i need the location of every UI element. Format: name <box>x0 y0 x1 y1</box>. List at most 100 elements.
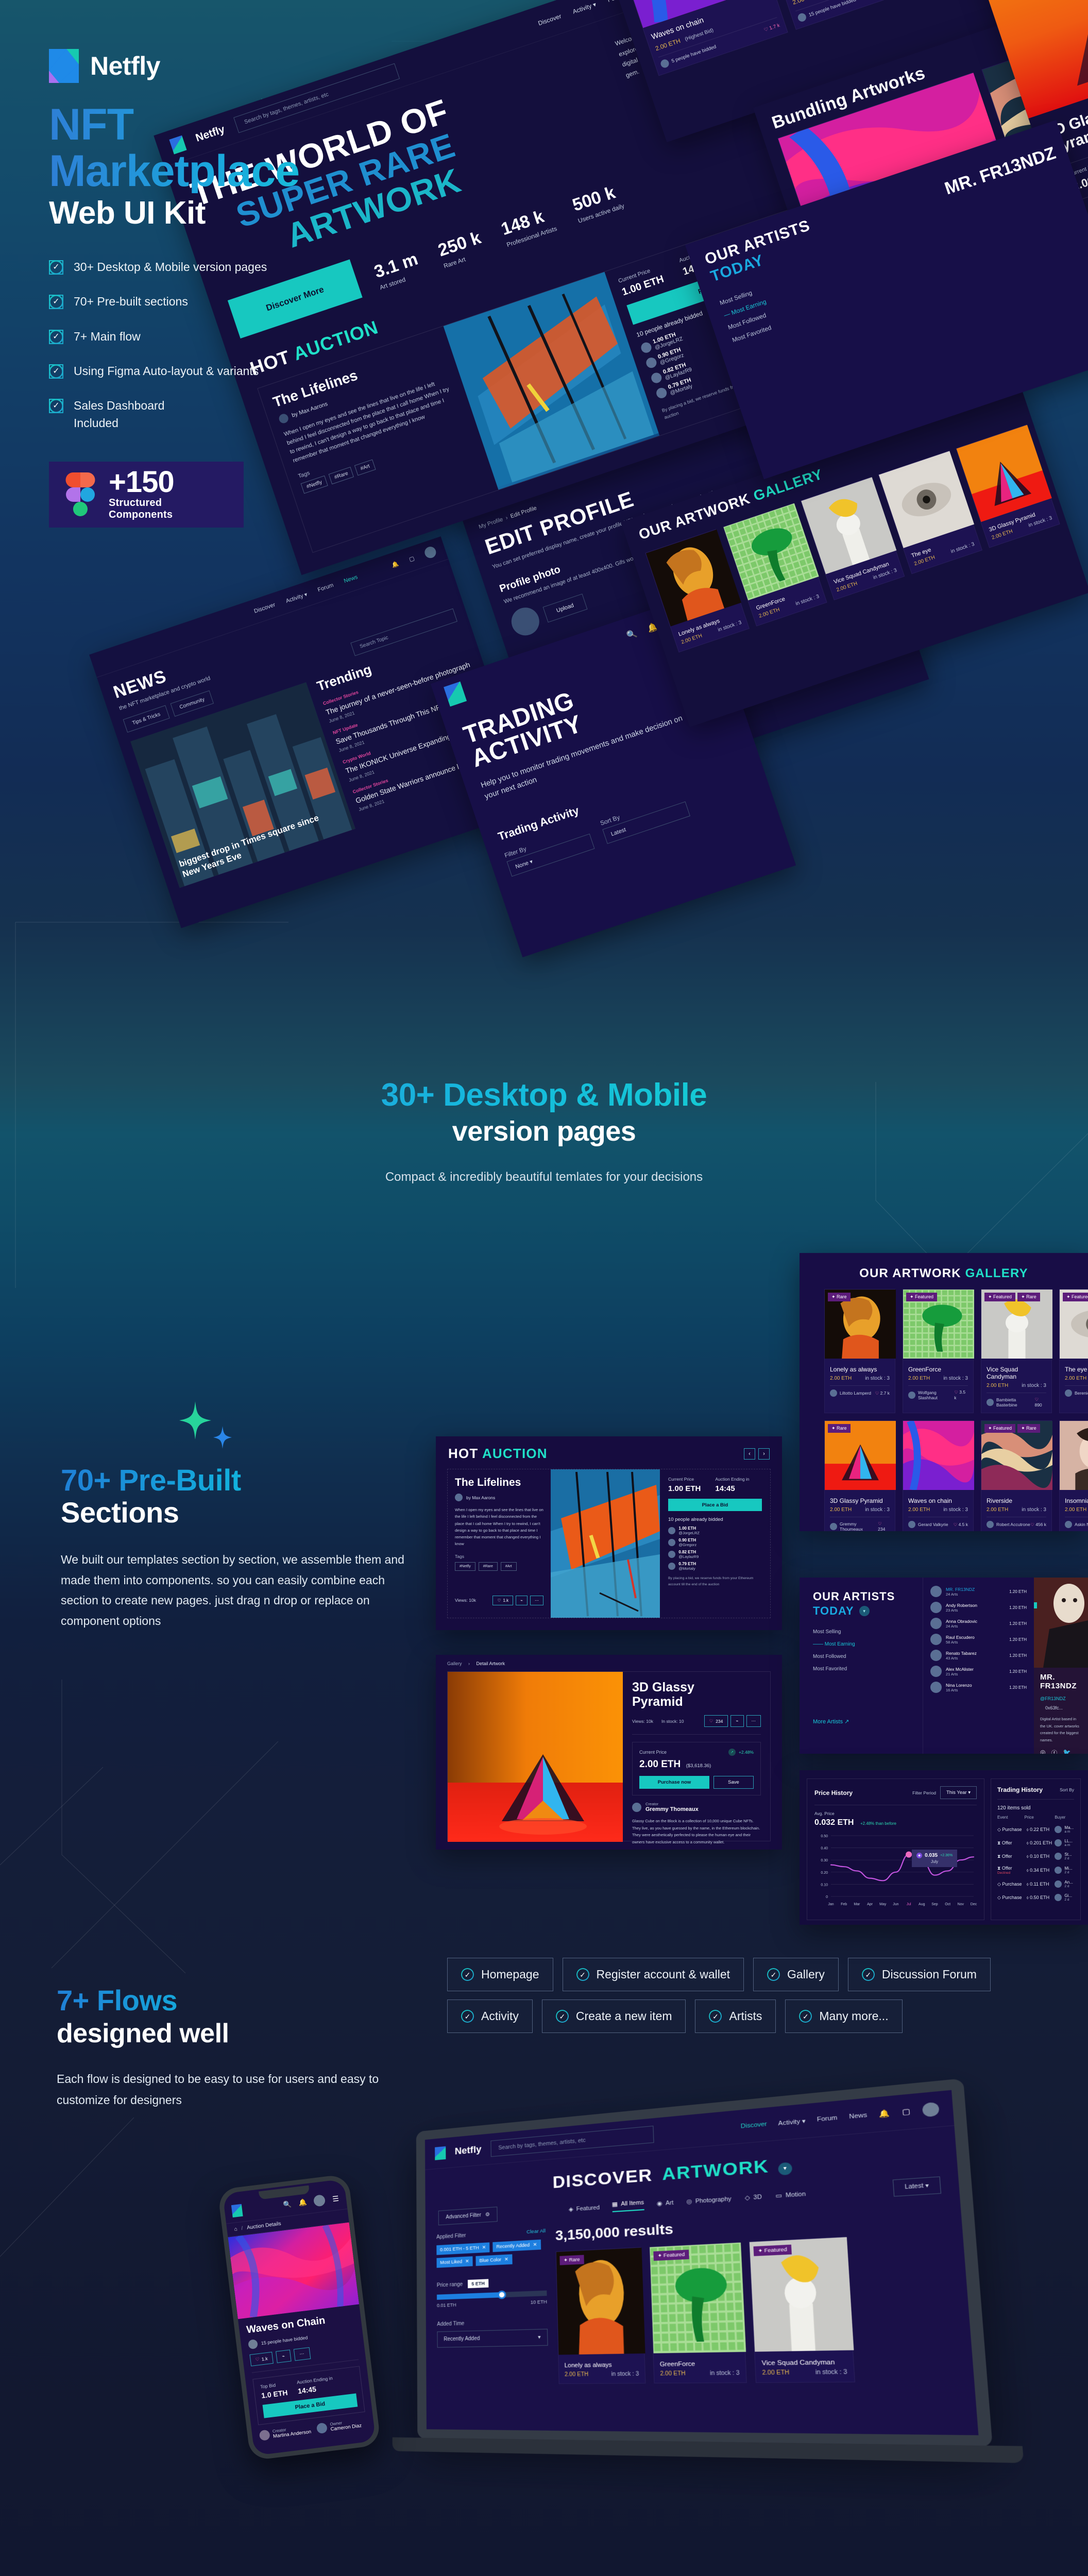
chevron-down-icon[interactable]: ▾ <box>777 2162 793 2176</box>
flow-tag[interactable]: ✓ Gallery <box>753 1958 839 1991</box>
nav-discover[interactable]: Discover <box>253 602 276 615</box>
tab-photography[interactable]: ◎ Photography <box>686 2193 732 2207</box>
artist-filter-most-favorited[interactable]: Most Favorited <box>813 1666 909 1672</box>
breadcrumb-gallery[interactable]: Gallery <box>447 1661 462 1666</box>
search-icon[interactable]: 🔍 <box>625 628 638 641</box>
share-button[interactable]: ⌁ <box>276 2349 292 2363</box>
table-row[interactable]: ◇ Purchase ⬨ 0.11 ETH An... 2 d <box>997 1877 1074 1891</box>
applied-filter-chip[interactable]: Most Liked ✕ <box>436 2256 473 2268</box>
more-artists-link[interactable]: More Artists ↗ <box>813 1718 909 1725</box>
applied-filter-chip[interactable]: Recently Added ✕ <box>492 2239 541 2252</box>
nav-forum[interactable]: Forum <box>817 2114 838 2123</box>
purchase-button[interactable]: Purchase now <box>639 1776 709 1789</box>
bell-icon[interactable]: 🔔 <box>879 2109 890 2119</box>
artist-filter-most-selling[interactable]: Most Selling <box>813 1629 909 1635</box>
artist-row[interactable]: Nina Lorenzo 16 Arts 1.20 ETH <box>930 1682 1027 1693</box>
chip-community[interactable]: Community <box>170 690 214 717</box>
sort-by-label[interactable]: Sort By <box>1060 1787 1074 1792</box>
artist-row[interactable]: Alex McAlister 21 Arts 1.20 ETH <box>930 1666 1027 1677</box>
flow-tag[interactable]: ✓ Discussion Forum <box>847 1958 991 1991</box>
gallery-card[interactable]: ✦ Featured The eye 2.00 ETHin stock : 3 … <box>1059 1289 1088 1413</box>
instagram-icon[interactable]: ◎ <box>1040 1749 1045 1754</box>
table-row[interactable]: ◇ Purchase ⬨ 0.22 ETH Ma... a m <box>997 1823 1074 1836</box>
like-button[interactable]: ♡ 1.k <box>249 2351 274 2366</box>
close-icon[interactable]: ✕ <box>533 2242 537 2248</box>
table-row[interactable]: ⧗ Offer Declined ⬨ 0.34 ETH Mi... 2 d <box>997 1863 1074 1877</box>
tag[interactable]: #Netfly <box>455 1562 475 1571</box>
flow-tag[interactable]: ✓ Many more... <box>785 1999 903 2033</box>
close-icon[interactable]: ✕ <box>465 2259 469 2264</box>
flow-tag[interactable]: ✓ Activity <box>447 1999 533 2033</box>
applied-filter-chip[interactable]: 0.001 ETH - 5 ETH ✕ <box>436 2242 490 2256</box>
tag[interactable]: #Art <box>500 1562 517 1571</box>
flow-tag[interactable]: ✓ Register account & wallet <box>562 1958 744 1991</box>
chip-tips[interactable]: Tips & Tricks <box>123 705 170 733</box>
tab-featured[interactable]: ◈ Featured <box>568 2202 600 2215</box>
tab-motion[interactable]: ▭ Motion <box>775 2188 806 2201</box>
tab-art[interactable]: ◉ Art <box>656 2197 674 2209</box>
more-button[interactable]: ⋯ <box>530 1595 543 1605</box>
filter-period-select[interactable]: This Year ▾ <box>940 1786 977 1799</box>
tag[interactable]: #Rare <box>478 1562 498 1571</box>
avatar[interactable] <box>313 2194 326 2207</box>
bell-icon[interactable]: 🔔 <box>298 2198 308 2207</box>
bell-icon[interactable]: 🔔 <box>390 560 400 569</box>
nav-activity[interactable]: Activity ▾ <box>572 1 597 15</box>
flow-tag[interactable]: ✓ Create a new item <box>541 1999 686 2033</box>
gallery-card[interactable]: ✦ Featured GreenForce 2.00 ETH in stock :… <box>902 1289 974 1413</box>
artist-row[interactable]: Andy Robertson 23 Arts 1.20 ETH <box>930 1602 1027 1613</box>
artist-row[interactable]: Anna Obradovic 24 Arts 1.20 ETH <box>930 1618 1027 1629</box>
gallery-card[interactable]: ✦ Featured ✦ Rare Vice Squad Candyman 2.… <box>981 1289 1052 1413</box>
table-row[interactable]: ⧗ Offer ⬨ 0.201 ETH LL... a m <box>997 1836 1074 1850</box>
upload-button[interactable]: Upload <box>542 594 588 623</box>
gallery-card[interactable]: ✦ Rare 3D Glassy Pyramid 2.00 ETH in stoc… <box>824 1420 896 1531</box>
artist-row[interactable]: MR. FR13NDZ 24 Arts 1.20 ETH <box>930 1586 1027 1597</box>
artist-row[interactable]: Raul Escudero 58 Arts 1.20 ETH <box>930 1634 1027 1645</box>
table-row[interactable]: ◇ Purchase ⬨ 0.50 ETH Gi... 2 d <box>997 1891 1074 1904</box>
nav-news[interactable]: News <box>849 2112 868 2120</box>
tab-3d[interactable]: ◇ 3D <box>744 2191 762 2204</box>
slider-handle[interactable] <box>497 2290 506 2299</box>
artist-filter-most-earning[interactable]: —— Most Earning <box>813 1641 909 1647</box>
search-icon[interactable]: 🔍 <box>283 2200 292 2209</box>
like-button[interactable]: ♡ 1.k <box>492 1595 514 1605</box>
share-button[interactable]: ⌁ <box>516 1595 528 1605</box>
more-button[interactable]: ⋯ <box>746 1715 761 1727</box>
nav-news[interactable]: News <box>343 574 359 584</box>
result-card[interactable]: ✦ Featured Vice Squad Candyman 2.00 ETH i… <box>749 2236 856 2383</box>
search-input[interactable]: Search by tags, themes, artists, etc <box>490 2125 654 2157</box>
gallery-card[interactable]: Waves on chain 2.00 ETH in stock : 3 Gera… <box>902 1419 974 1531</box>
close-icon[interactable]: ✕ <box>482 2245 486 2250</box>
sort-select[interactable]: Latest ▾ <box>892 2176 942 2197</box>
chevron-down-icon[interactable]: ▾ <box>859 1606 870 1616</box>
tab-all-items[interactable]: ▦ All Items <box>611 2199 644 2212</box>
wallet-icon[interactable]: ▢ <box>902 2107 910 2116</box>
like-button[interactable]: ♡ 234 <box>704 1715 728 1727</box>
flow-tag[interactable]: ✓ Homepage <box>447 1958 553 1991</box>
nav-activity[interactable]: Activity ▾ <box>778 2117 806 2127</box>
result-card[interactable]: ✦ Rare Lonely as always 2.00 ETH in stock… <box>555 2247 646 2384</box>
menu-icon[interactable]: ☰ <box>332 2194 339 2203</box>
table-row[interactable]: ⧗ Offer ⬨ 0.10 ETH St... 2 d <box>997 1850 1074 1863</box>
gallery-card[interactable]: ✦ Featured ✦ Rare Riverside 2.00 ETH in s… <box>980 1420 1052 1531</box>
more-button[interactable]: ⋯ <box>293 2347 311 2361</box>
nav-discover[interactable]: Discover <box>740 2121 767 2130</box>
carousel-prev-button[interactable]: ‹ <box>744 1448 755 1460</box>
price-slider[interactable] <box>436 2290 547 2300</box>
wallet-icon[interactable]: ▢ <box>408 555 415 563</box>
home-icon[interactable]: ⌂ <box>234 2226 237 2232</box>
avatar[interactable] <box>922 2102 940 2117</box>
save-button[interactable]: Save <box>713 1776 754 1789</box>
added-time-select[interactable]: Recently Added ▾ <box>437 2329 548 2348</box>
clear-all-button[interactable]: Clear All <box>526 2228 546 2235</box>
gallery-card[interactable]: ✦ Rare Lonely as always 2.00 ETH in stock… <box>824 1289 896 1413</box>
gallery-card[interactable]: Insomnia 2.00 ETHin stock : 3 Askin Nakk… <box>1059 1420 1088 1531</box>
flow-tag[interactable]: ✓ Artists <box>695 1999 776 2033</box>
twitter-icon[interactable]: 🐦 <box>1063 1749 1071 1754</box>
nav-discover[interactable]: Discover <box>537 12 563 27</box>
result-card[interactable]: ✦ Featured GreenForce 2.00 ETH in stock :… <box>649 2242 747 2384</box>
carousel-next-button[interactable]: › <box>758 1448 770 1460</box>
share-button[interactable]: ⌁ <box>730 1715 744 1727</box>
nav-forum[interactable]: Forum <box>317 582 334 594</box>
artist-filter-most-followed[interactable]: Most Followed <box>813 1654 909 1659</box>
